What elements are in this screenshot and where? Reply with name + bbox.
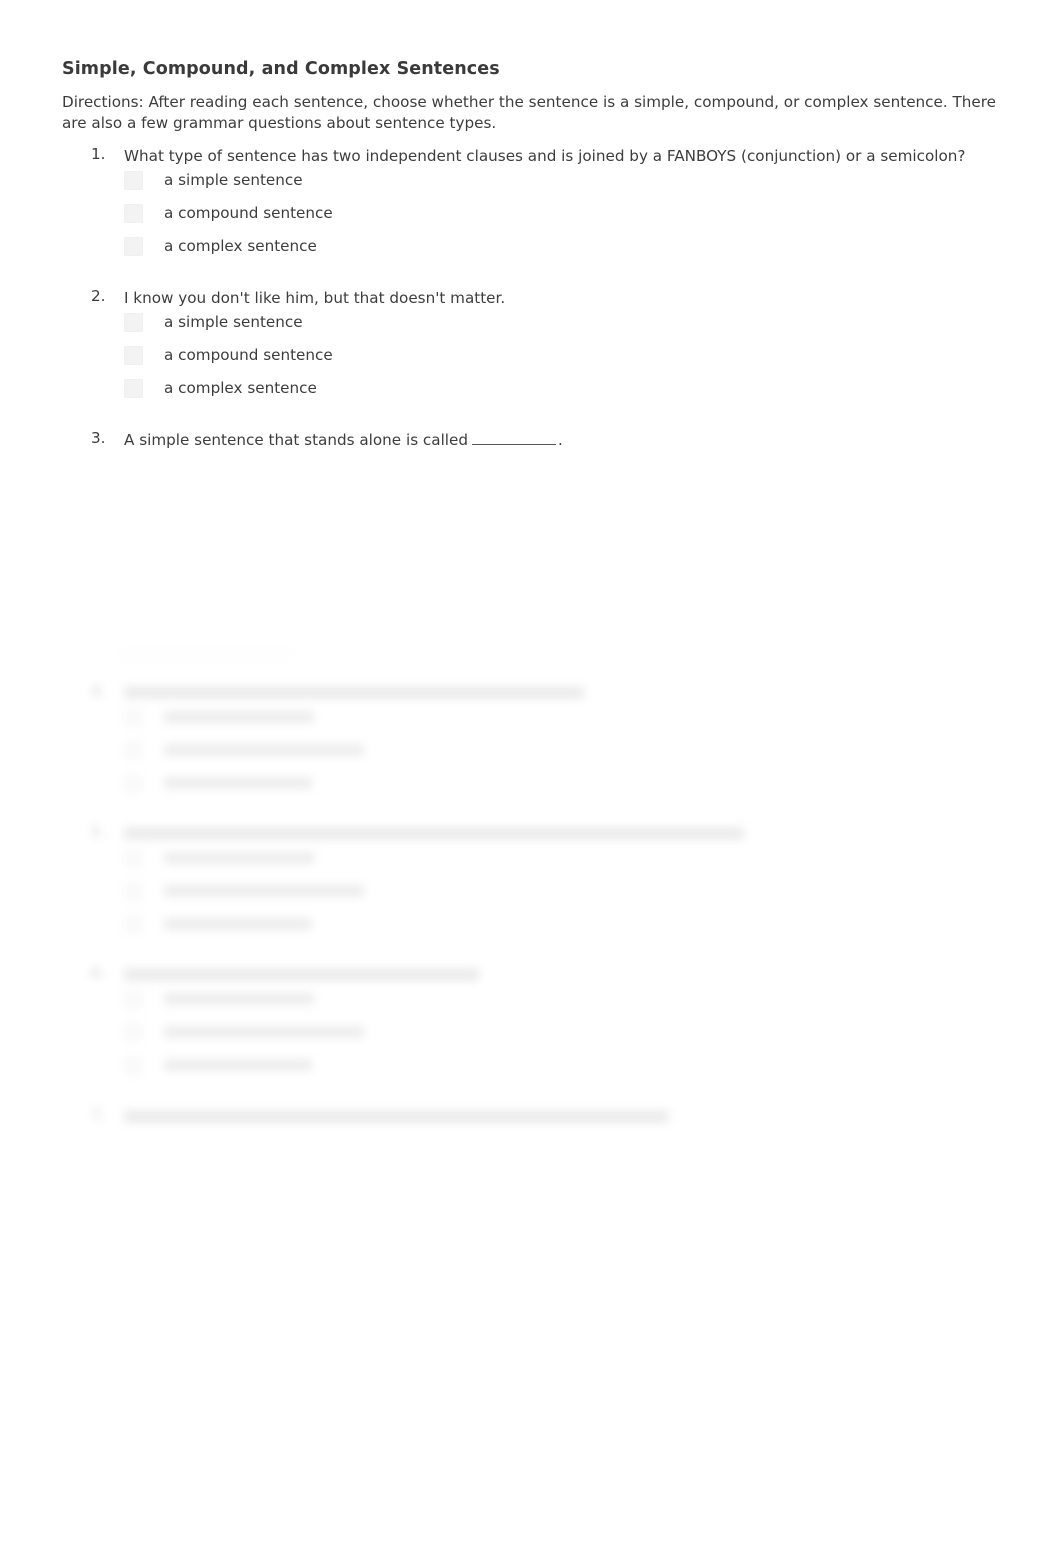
question-number: 2. bbox=[91, 287, 106, 305]
question-number: 3. bbox=[91, 429, 106, 447]
option-row[interactable]: a compound sentence bbox=[0, 342, 900, 375]
option-list bbox=[0, 704, 900, 803]
divider bbox=[120, 654, 290, 655]
question-row: 5. bbox=[0, 823, 1000, 845]
checkbox-icon[interactable] bbox=[124, 741, 143, 760]
directions-text: Directions: After reading each sentence,… bbox=[62, 93, 997, 132]
option-row[interactable]: a simple sentence bbox=[0, 167, 900, 200]
fill-in-blank[interactable] bbox=[472, 431, 557, 445]
option-row[interactable]: a complex sentence bbox=[0, 233, 900, 266]
checkbox-icon[interactable] bbox=[124, 237, 143, 256]
option-row[interactable] bbox=[0, 737, 900, 770]
option-label: a simple sentence bbox=[164, 171, 303, 189]
option-row[interactable] bbox=[0, 770, 900, 803]
question-number: 7. bbox=[91, 1106, 106, 1124]
option-label: a compound sentence bbox=[164, 346, 333, 364]
preview-question-block-6: 6. bbox=[0, 964, 1000, 1075]
option-label bbox=[164, 852, 314, 864]
question-text: I know you don't like him, but that does… bbox=[124, 289, 506, 307]
option-row[interactable] bbox=[0, 986, 900, 1019]
option-list: a simple sentence a compound sentence a … bbox=[0, 167, 900, 266]
question-row: 2. I know you don't like him, but that d… bbox=[0, 287, 1000, 309]
option-label bbox=[164, 993, 314, 1005]
question-number: 1. bbox=[91, 145, 106, 163]
option-label bbox=[164, 918, 312, 930]
option-row[interactable] bbox=[0, 1019, 900, 1052]
option-row[interactable]: a complex sentence bbox=[0, 375, 900, 408]
question-block-2: 2. I know you don't like him, but that d… bbox=[0, 287, 1000, 398]
checkbox-icon[interactable] bbox=[124, 708, 143, 727]
question-text: A simple sentence that stands alone is c… bbox=[124, 429, 563, 451]
checkbox-icon[interactable] bbox=[124, 313, 143, 332]
question-row: 4. bbox=[0, 682, 1000, 704]
option-label: a compound sentence bbox=[164, 204, 333, 222]
checkbox-icon[interactable] bbox=[124, 1056, 143, 1075]
option-label: a complex sentence bbox=[164, 237, 317, 255]
checkbox-icon[interactable] bbox=[124, 774, 143, 793]
question-number: 5. bbox=[91, 823, 106, 841]
blurred-preview-region: 4. 5. 6. 7. bbox=[0, 640, 1062, 1150]
option-row[interactable]: a simple sentence bbox=[0, 309, 900, 342]
option-label: a simple sentence bbox=[164, 313, 303, 331]
option-label bbox=[164, 885, 364, 897]
worksheet-page: Simple, Compound, and Complex Sentences … bbox=[0, 0, 1062, 1556]
question-number: 6. bbox=[91, 964, 106, 982]
option-row[interactable] bbox=[0, 704, 900, 737]
question-block-1: 1. What type of sentence has two indepen… bbox=[0, 145, 1000, 256]
option-list bbox=[0, 845, 900, 944]
question-row: 1. What type of sentence has two indepen… bbox=[0, 145, 1000, 167]
question-text-before-blank: A simple sentence that stands alone is c… bbox=[124, 431, 469, 449]
option-row[interactable] bbox=[0, 878, 900, 911]
question-text: What type of sentence has two independen… bbox=[124, 147, 966, 165]
question-row: 7. bbox=[0, 1106, 1000, 1128]
question-row: 3. A simple sentence that stands alone i… bbox=[0, 429, 1000, 451]
option-list bbox=[0, 986, 900, 1085]
preview-question-block-5: 5. bbox=[0, 823, 1000, 934]
question-text-after-blank: . bbox=[558, 431, 563, 449]
checkbox-icon[interactable] bbox=[124, 346, 143, 365]
question-text bbox=[124, 827, 744, 840]
checkbox-icon[interactable] bbox=[124, 990, 143, 1009]
checkbox-icon[interactable] bbox=[124, 204, 143, 223]
checkbox-icon[interactable] bbox=[124, 379, 143, 398]
question-text bbox=[124, 686, 584, 699]
checkbox-icon[interactable] bbox=[124, 1023, 143, 1042]
option-row[interactable] bbox=[0, 911, 900, 944]
checkbox-icon[interactable] bbox=[124, 171, 143, 190]
question-block-3: 3. A simple sentence that stands alone i… bbox=[0, 429, 1000, 451]
option-label bbox=[164, 744, 364, 756]
checkbox-icon[interactable] bbox=[124, 849, 143, 868]
question-text bbox=[124, 968, 479, 981]
question-row: 6. bbox=[0, 964, 1000, 986]
option-row[interactable] bbox=[0, 1052, 900, 1085]
page-title: Simple, Compound, and Complex Sentences bbox=[62, 59, 500, 79]
question-number: 4. bbox=[91, 682, 106, 700]
option-label bbox=[164, 711, 314, 723]
option-row[interactable]: a compound sentence bbox=[0, 200, 900, 233]
option-label bbox=[164, 1059, 312, 1071]
option-label bbox=[164, 1026, 364, 1038]
option-row[interactable] bbox=[0, 845, 900, 878]
checkbox-icon[interactable] bbox=[124, 882, 143, 901]
checkbox-icon[interactable] bbox=[124, 915, 143, 934]
question-text bbox=[124, 1110, 669, 1123]
option-list: a simple sentence a compound sentence a … bbox=[0, 309, 900, 408]
preview-question-block-7: 7. bbox=[0, 1106, 1000, 1128]
option-label bbox=[164, 777, 312, 789]
option-label: a complex sentence bbox=[164, 379, 317, 397]
preview-question-block-4: 4. bbox=[0, 682, 1000, 793]
